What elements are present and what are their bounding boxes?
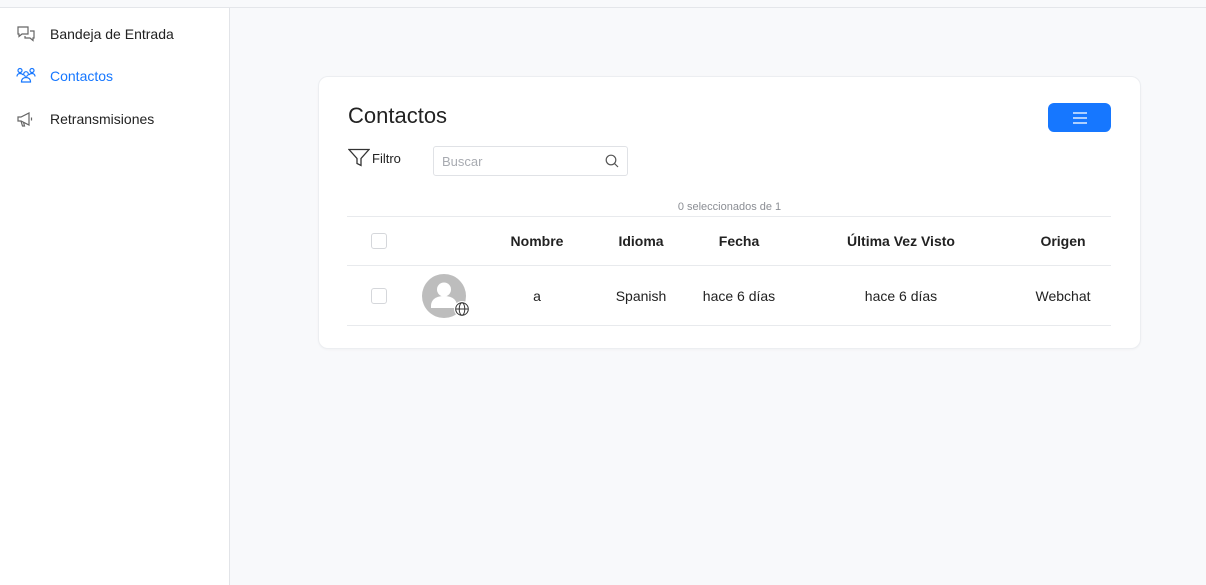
row-checkbox[interactable] xyxy=(371,287,387,304)
search-field[interactable] xyxy=(433,146,628,176)
search-icon[interactable] xyxy=(605,154,619,168)
cell-idioma: Spanish xyxy=(615,287,667,304)
column-header-fecha[interactable]: Fecha xyxy=(683,217,795,265)
select-all-checkbox[interactable] xyxy=(371,233,387,249)
column-header-idioma[interactable]: Idioma xyxy=(603,217,679,265)
sidebar-item-contacts[interactable]: Contactos xyxy=(16,65,113,87)
chat-bubbles-icon xyxy=(16,24,36,44)
filter-label: Filtro xyxy=(372,150,401,166)
sidebar-item-label: Contactos xyxy=(50,68,114,84)
cell-origen: Webchat xyxy=(1035,287,1091,304)
hamburger-icon xyxy=(1072,111,1087,124)
column-header-nombre[interactable]: Nombre xyxy=(477,217,597,265)
sidebar-item-broadcasts[interactable]: Retransmisiones xyxy=(16,108,154,130)
sidebar-item-label: Bandeja de Entrada xyxy=(50,26,174,42)
sidebar-item-inbox[interactable]: Bandeja de Entrada xyxy=(16,23,174,45)
column-header-origen[interactable]: Origen xyxy=(1023,217,1103,265)
cell-nombre: a xyxy=(533,287,541,304)
cell-ultima-vez-visto: hace 6 días xyxy=(864,287,938,304)
sidebar: Bandeja de Entrada Contactos Retransmisi… xyxy=(0,8,230,585)
filter-icon xyxy=(348,148,370,167)
selection-count: 0 seleccionados de 1 xyxy=(677,201,782,213)
search-input[interactable] xyxy=(442,147,592,175)
menu-button[interactable] xyxy=(1048,103,1111,132)
contacts-card: Contactos Filtro 0 seleccionados de 1 No… xyxy=(318,76,1141,349)
megaphone-icon xyxy=(16,109,36,129)
globe-icon xyxy=(454,300,470,317)
cell-fecha: hace 6 días xyxy=(702,287,776,304)
page-title: Contactos xyxy=(348,103,448,128)
filter-button[interactable]: Filtro xyxy=(348,148,401,168)
users-icon xyxy=(16,66,36,86)
sidebar-item-label: Retransmisiones xyxy=(50,111,155,127)
table-header: Nombre Idioma Fecha Última Vez Visto Ori… xyxy=(347,216,1111,265)
column-header-ultima-vez-visto[interactable]: Última Vez Visto xyxy=(809,217,993,265)
table-row[interactable]: a Spanish hace 6 días hace 6 días Webcha… xyxy=(347,265,1111,326)
contacts-table: Nombre Idioma Fecha Última Vez Visto Ori… xyxy=(347,216,1111,326)
avatar xyxy=(422,273,470,318)
